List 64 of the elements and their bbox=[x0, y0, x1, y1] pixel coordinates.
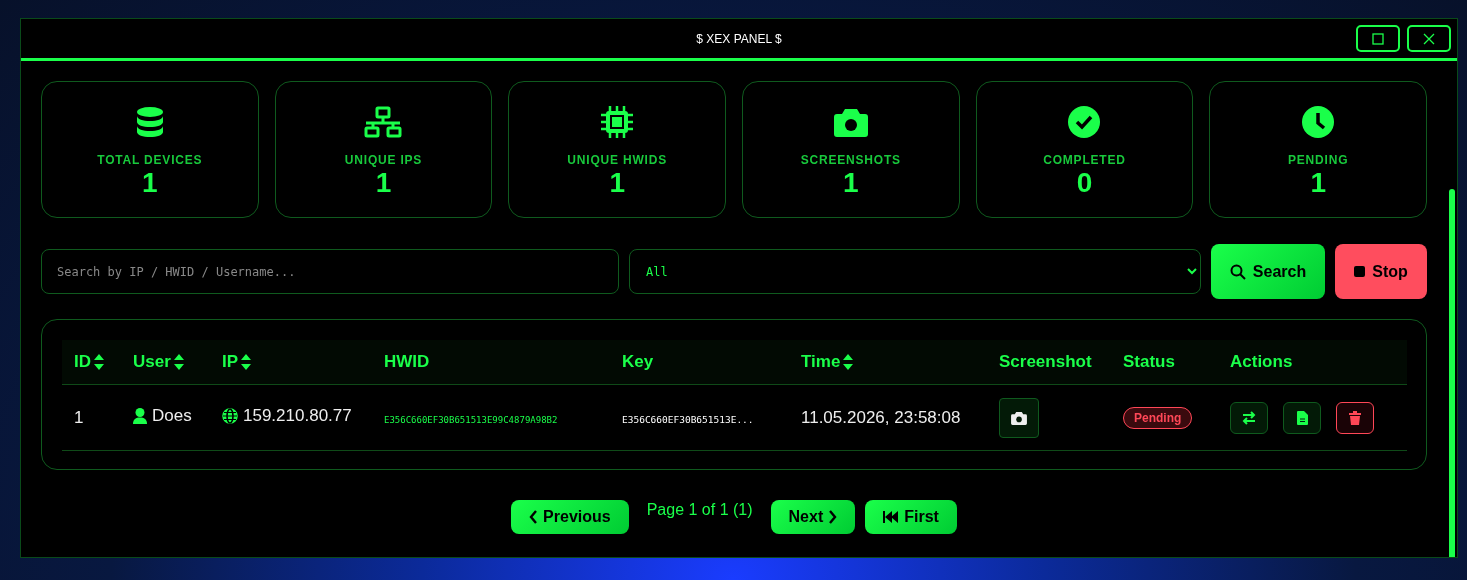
key-text: E356C660EF30B651513E... bbox=[622, 413, 754, 425]
table-cell: 1 bbox=[74, 407, 84, 427]
search-button[interactable]: Search bbox=[1211, 244, 1325, 299]
sort-icon bbox=[94, 354, 104, 370]
column-header: Key bbox=[622, 352, 654, 372]
camera-icon bbox=[833, 106, 868, 137]
chevron-left-icon bbox=[529, 510, 539, 524]
globe-icon bbox=[222, 408, 238, 424]
delete-button[interactable] bbox=[1336, 401, 1374, 434]
chip-icon bbox=[600, 104, 635, 139]
skip-back-icon bbox=[883, 511, 900, 523]
filter-select[interactable]: All bbox=[629, 249, 1201, 294]
stat-label: UNIQUE HWIDS bbox=[567, 152, 667, 167]
close-icon bbox=[1423, 32, 1435, 45]
column-header: Actions bbox=[1230, 352, 1293, 372]
stat-value: 1 bbox=[1310, 166, 1326, 199]
sort-icon bbox=[173, 354, 184, 370]
transfer-button[interactable] bbox=[1230, 401, 1268, 434]
check-circle-icon bbox=[1068, 105, 1101, 138]
time-text: 11.05.2026, 23:58:08 bbox=[801, 407, 961, 427]
stat-value: 1 bbox=[609, 166, 625, 199]
trash-icon bbox=[1349, 410, 1361, 425]
stat-label: PENDING bbox=[1288, 152, 1349, 167]
user-name: Does bbox=[152, 406, 192, 426]
stop-icon bbox=[1354, 266, 1366, 277]
column-header: Status bbox=[1123, 352, 1175, 372]
column-header[interactable]: IP bbox=[222, 352, 252, 372]
network-icon bbox=[363, 105, 404, 138]
sort-icon bbox=[843, 354, 854, 370]
stat-value: 0 bbox=[1076, 166, 1093, 199]
user-icon bbox=[133, 408, 147, 424]
close-button[interactable] bbox=[1407, 25, 1451, 52]
column-header: Screenshot bbox=[999, 352, 1092, 372]
search-icon bbox=[1229, 263, 1246, 280]
chevron-right-icon bbox=[828, 510, 838, 524]
stat-value: 1 bbox=[375, 166, 392, 199]
maximize-button[interactable] bbox=[1356, 25, 1400, 52]
transfer-arrows-icon bbox=[1242, 410, 1256, 425]
stat-value: 1 bbox=[142, 166, 158, 199]
stat-label: SCREENSHOTS bbox=[800, 152, 901, 167]
sort-icon bbox=[241, 354, 252, 370]
maximize-icon bbox=[1372, 32, 1384, 45]
hwid-text: E356C660EF30B651513E99C4879A98B2 bbox=[384, 414, 558, 425]
column-header: HWID bbox=[384, 352, 430, 372]
previous-button[interactable]: Previous bbox=[511, 500, 629, 534]
stat-label: UNIQUE IPS bbox=[344, 152, 423, 167]
ip-address: 159.210.80.77 bbox=[243, 406, 352, 426]
column-header[interactable]: Time bbox=[801, 352, 854, 372]
stat-label: COMPLETED bbox=[1043, 152, 1126, 167]
window-title: $ XEX PANEL $ bbox=[696, 31, 782, 46]
file-button[interactable] bbox=[1283, 401, 1321, 434]
page-info: Page 1 of 1 (1) bbox=[646, 500, 753, 519]
search-field[interactable]: Search by IP / HWID / Username... bbox=[41, 249, 619, 294]
status-badge: Pending bbox=[1123, 406, 1193, 429]
camera-icon bbox=[1011, 410, 1027, 425]
database-icon bbox=[135, 105, 164, 138]
screenshot-button[interactable] bbox=[999, 397, 1039, 438]
file-icon bbox=[1296, 410, 1308, 425]
stop-button[interactable]: Stop bbox=[1335, 244, 1427, 299]
next-button[interactable]: Next bbox=[770, 500, 856, 534]
first-page-button[interactable]: First bbox=[865, 500, 957, 534]
stat-value: 1 bbox=[843, 166, 859, 199]
clock-icon bbox=[1302, 105, 1335, 138]
stat-label: TOTAL DEVICES bbox=[97, 152, 203, 167]
